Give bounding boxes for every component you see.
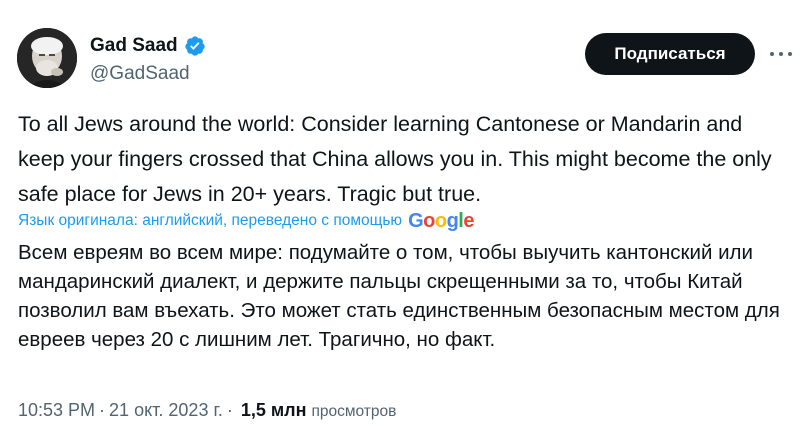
name-row: Gad Saad <box>90 34 206 58</box>
tweet-date[interactable]: 21 окт. 2023 г. <box>109 400 223 421</box>
avatar[interactable] <box>17 28 77 88</box>
more-horizontal-icon[interactable] <box>770 45 792 63</box>
views-count: 1,5 млн <box>240 400 307 420</box>
tweet-time[interactable]: 10:53 PM <box>18 400 95 421</box>
verified-badge-icon[interactable] <box>184 35 206 57</box>
avatar-image <box>17 28 77 88</box>
translation-note[interactable]: Язык оригинала: английский, переведено с… <box>18 210 474 232</box>
views-label: просмотров <box>311 403 397 420</box>
subscribe-button[interactable]: Подписаться <box>585 33 755 75</box>
tweet-card: Gad Saad @GadSaad Подписаться To all Jew… <box>0 0 800 440</box>
tweet-text: To all Jews around the world: Consider l… <box>18 112 772 206</box>
author-block: Gad Saad @GadSaad <box>90 34 206 85</box>
meta-separator: · <box>99 400 106 420</box>
handle[interactable]: @GadSaad <box>90 63 206 85</box>
translation-note-text: Язык оригинала: английский, переведено с… <box>18 212 403 229</box>
tweet-meta: 10:53 PM · 21 окт. 2023 г. · 1,5 млн про… <box>18 400 396 421</box>
display-name[interactable]: Gad Saad <box>90 35 178 57</box>
translated-text: Всем евреям во всем мире: подумайте о то… <box>18 241 780 351</box>
meta-separator: · <box>226 400 233 420</box>
google-logo: Google <box>408 209 474 232</box>
